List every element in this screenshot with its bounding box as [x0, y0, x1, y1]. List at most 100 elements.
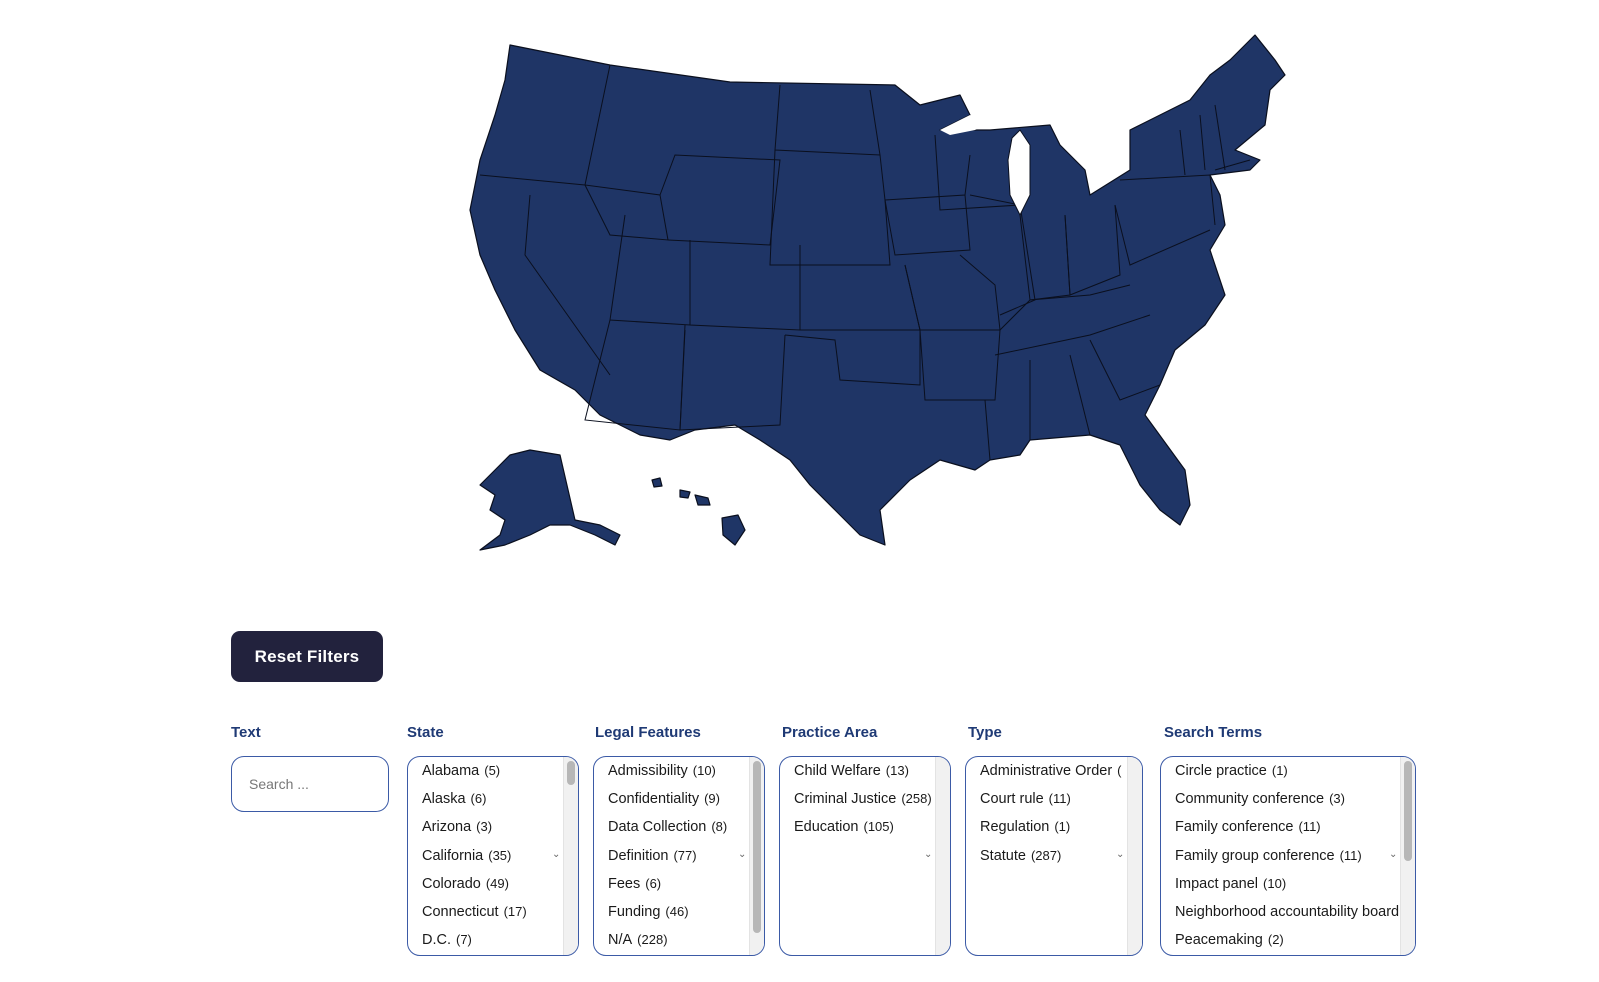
option-count: (: [1117, 763, 1122, 778]
reset-filters-button[interactable]: Reset Filters: [231, 631, 383, 682]
practice-area-scrollbar[interactable]: [935, 757, 950, 955]
option-count: (10): [692, 763, 716, 778]
option-name: Family group conference: [1175, 847, 1335, 864]
option-count: (5): [484, 763, 501, 778]
list-item[interactable]: Connecticut (17): [422, 902, 578, 930]
list-item[interactable]: Confidentiality (9): [608, 789, 764, 817]
option-name: Criminal Justice: [794, 791, 897, 808]
list-item[interactable]: Neighborhood accountability board: [1175, 902, 1415, 930]
practice-area-options: Child Welfare (13) Criminal Justice (258) Ed…: [780, 757, 950, 846]
option-count: (9): [704, 791, 720, 807]
option-count: (2): [1267, 932, 1284, 948]
list-item[interactable]: Admissibility (10): [608, 761, 764, 789]
legal-features-filter-label: Legal Features: [595, 724, 701, 741]
type-listbox[interactable]: Administrative Order(Court rule (11) Regul…: [965, 756, 1143, 956]
search-terms-options: Circle practice (1) Community conference (3…: [1161, 757, 1415, 955]
option-name: Funding: [608, 903, 661, 920]
chevron-down-icon: ⌄: [924, 849, 933, 860]
list-item[interactable]: Alabama (5): [422, 761, 578, 789]
option-count: (35): [488, 847, 512, 863]
state-scroll-thumb[interactable]: [567, 761, 575, 785]
option-name: Alaska: [422, 791, 466, 808]
option-count: (1): [1054, 819, 1071, 835]
option-count: (3): [1329, 791, 1345, 807]
practice-area-filter-label: Practice Area: [782, 724, 878, 741]
option-name: Data Collection: [608, 819, 707, 836]
list-item[interactable]: Child Welfare (13): [794, 761, 950, 789]
option-count: (10): [1263, 875, 1287, 891]
text-filter-label: Text: [231, 724, 261, 741]
option-count: (258): [901, 791, 932, 807]
option-name: Regulation: [980, 819, 1050, 836]
option-name: Community conference: [1175, 791, 1325, 808]
list-item[interactable]: Family conference (11): [1175, 817, 1415, 845]
us-map-svg[interactable]: [330, 30, 1290, 570]
list-item[interactable]: Court rule (11): [980, 789, 1142, 817]
option-count: (1): [1271, 763, 1288, 778]
option-name: Child Welfare: [794, 763, 881, 779]
list-item[interactable]: Funding (46): [608, 902, 764, 930]
option-count: (6): [470, 791, 487, 807]
option-name: Admissibility: [608, 763, 688, 779]
list-item[interactable]: Fees (6): [608, 874, 764, 902]
option-name: Colorado: [422, 875, 481, 892]
option-count: (8): [711, 819, 728, 835]
option-count: (17): [503, 903, 527, 919]
option-name: Confidentiality: [608, 791, 700, 808]
list-item[interactable]: Colorado (49): [422, 874, 578, 902]
chevron-down-icon: ⌄: [1116, 849, 1125, 860]
option-name: Neighborhood accountability board: [1175, 903, 1400, 920]
list-item[interactable]: Peacemaking (2): [1175, 930, 1415, 955]
option-name: N/A: [608, 932, 633, 949]
option-name: Statute: [980, 847, 1026, 864]
option-name: Alabama: [422, 763, 480, 779]
map-hawaii[interactable]: [651, 477, 746, 546]
option-name: Court rule: [980, 791, 1044, 808]
list-item[interactable]: Alaska (6): [422, 789, 578, 817]
option-name: Circle practice: [1175, 763, 1267, 779]
option-name: Education: [794, 819, 859, 836]
map-contiguous-us[interactable]: [469, 34, 1286, 546]
list-item[interactable]: Data Collection (8): [608, 817, 764, 845]
chevron-down-icon: ⌄: [738, 849, 747, 860]
list-item[interactable]: Impact panel (10): [1175, 874, 1415, 902]
list-item[interactable]: N/A (228): [608, 930, 764, 955]
type-scrollbar[interactable]: [1127, 757, 1142, 955]
map-alaska[interactable]: [479, 449, 621, 551]
list-item[interactable]: Family group conference (11): [1175, 846, 1415, 874]
search-terms-scroll-thumb[interactable]: [1404, 761, 1412, 861]
search-terms-scrollbar[interactable]: [1400, 757, 1415, 955]
list-item[interactable]: Education (105): [794, 817, 950, 845]
list-item[interactable]: Administrative Order (: [980, 761, 1142, 789]
option-name: Administrative Order: [980, 763, 1113, 779]
list-item[interactable]: Regulation (1): [980, 817, 1142, 845]
state-scrollbar[interactable]: [563, 757, 578, 955]
option-name: D.C.: [422, 932, 451, 949]
chevron-down-icon: ⌄: [552, 849, 561, 860]
list-item[interactable]: D.C. (7): [422, 930, 578, 955]
option-count: (6): [645, 875, 662, 891]
state-listbox[interactable]: Alabama (5) Alaska (6) Arizona (3) California(…: [407, 756, 579, 956]
search-terms-listbox[interactable]: Circle practice (1) Community conference (3…: [1160, 756, 1416, 956]
option-count: (7): [456, 932, 472, 948]
option-count: (77): [673, 847, 697, 863]
text-search-input[interactable]: [231, 756, 389, 812]
option-name: California: [422, 847, 484, 864]
legal-features-scrollbar[interactable]: [749, 757, 764, 955]
option-count: (11): [1339, 847, 1362, 863]
us-map[interactable]: [330, 30, 1290, 570]
option-name: Impact panel: [1175, 875, 1259, 892]
option-name: Fees: [608, 875, 641, 892]
option-name: Arizona: [422, 819, 472, 836]
list-item[interactable]: Criminal Justice (258): [794, 789, 950, 817]
list-item[interactable]: Community conference (3): [1175, 789, 1415, 817]
list-item[interactable]: Circle practice (1): [1175, 761, 1415, 789]
list-item[interactable]: Arizona (3): [422, 817, 578, 845]
practice-area-listbox[interactable]: Child Welfare (13) Criminal Justice (258) Ed…: [779, 756, 951, 956]
legal-features-scroll-thumb[interactable]: [753, 761, 761, 933]
option-name: Connecticut: [422, 903, 499, 920]
legal-features-listbox[interactable]: Admissibility (10) Confidentiality (9) Data …: [593, 756, 765, 956]
state-filter-label: State: [407, 724, 444, 741]
option-count: (11): [1298, 819, 1321, 835]
option-name: Definition: [608, 847, 669, 864]
